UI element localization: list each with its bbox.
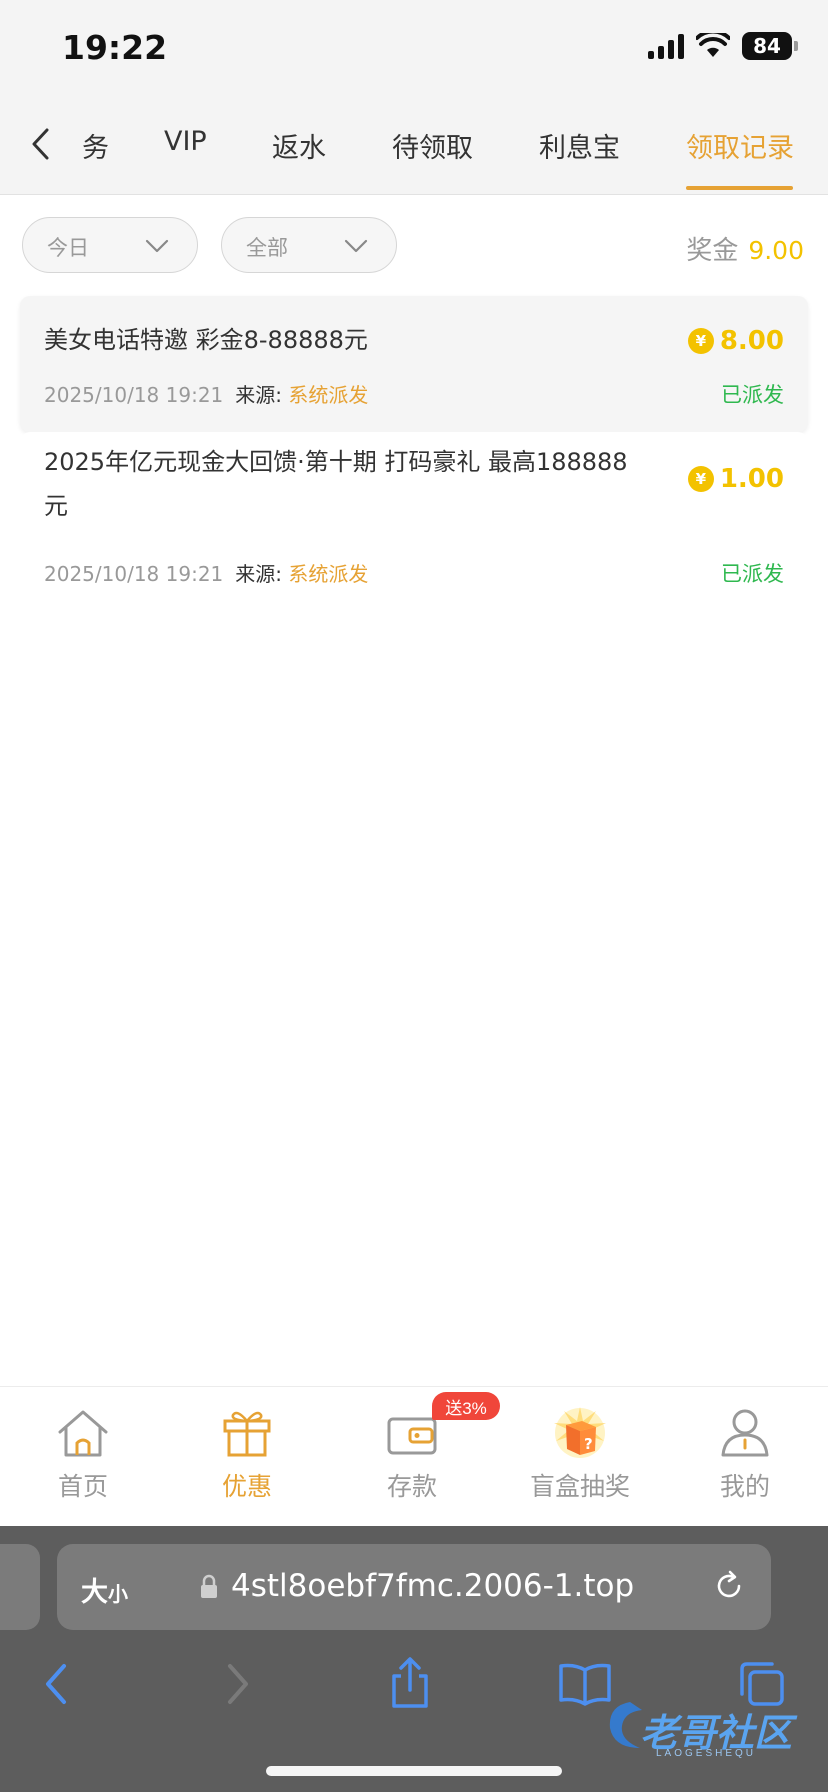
- gift-icon: [223, 1411, 271, 1457]
- cellular-signal-icon: [648, 33, 684, 59]
- reload-icon[interactable]: [711, 1568, 747, 1604]
- tab-claim-records[interactable]: 领取记录: [686, 126, 794, 165]
- record-amount: ¥ 1.00: [687, 464, 784, 494]
- record-meta: 2025/10/18 19:21 来源: 系统派发: [44, 558, 368, 587]
- nav-deposit-label: 存款: [386, 1473, 437, 1501]
- date-filter-dropdown[interactable]: 今日: [22, 217, 198, 273]
- tab-pending[interactable]: 待领取: [392, 126, 473, 165]
- nav-home[interactable]: 首页: [13, 1407, 153, 1503]
- home-indicator: [266, 1766, 562, 1776]
- nav-mystery-box-label: 盲盒抽奖: [529, 1473, 630, 1501]
- coin-icon: ¥: [687, 466, 714, 492]
- bonus-value: 9.00: [748, 236, 804, 265]
- bonus-label: 奖金: [686, 235, 739, 265]
- record-meta: 2025/10/18 19:21 来源: 系统派发: [44, 379, 368, 408]
- tab-interest[interactable]: 利息宝: [539, 126, 620, 165]
- nav-promotions[interactable]: 优惠: [177, 1407, 317, 1503]
- address-bar[interactable]: 大小 4stl8oebf7fmc.2006-1.top: [57, 1544, 771, 1630]
- svg-text:?: ?: [584, 1435, 593, 1453]
- record-item: 2025年亿元现金大回馈·第十期 打码豪礼 最高188888 元 ¥ 1.00 …: [20, 432, 808, 592]
- status-bar: 19:22 84: [0, 0, 828, 100]
- bottom-nav: 首页 优惠 存款 ? 盲盒抽奖 我的: [0, 1386, 828, 1526]
- active-tab-indicator: [686, 186, 793, 190]
- watermark-logo: 老哥社区 LAOGESHEQU: [600, 1696, 815, 1766]
- text-size-small: 小: [108, 1584, 128, 1606]
- nav-profile-label: 我的: [719, 1473, 770, 1501]
- date-filter-value: 今日: [47, 237, 89, 260]
- lock-icon: [201, 1574, 217, 1598]
- record-title-line2: 元: [44, 492, 68, 520]
- tab-partial[interactable]: 务: [82, 126, 109, 165]
- record-source-label: 来源:: [235, 383, 283, 407]
- browser-chrome: 大小 4stl8oebf7fmc.2006-1.top 老哥社区 LAOGESH…: [0, 1526, 828, 1792]
- mystery-box-icon: ?: [554, 1407, 606, 1458]
- chevron-down-icon: [344, 239, 368, 253]
- chevron-down-icon: [145, 239, 169, 253]
- record-time: 2025/10/18 19:21: [44, 562, 224, 586]
- deposit-bonus-badge: 送3%: [432, 1392, 500, 1420]
- record-status: 已派发: [721, 384, 784, 407]
- status-time: 19:22: [62, 28, 168, 67]
- battery-icon: 84: [742, 32, 798, 60]
- bonus-total: 奖金 9.00: [686, 230, 804, 267]
- tab-bar: 务 VIP 返水 待领取 利息宝 领取记录: [0, 100, 828, 195]
- previous-tab-preview[interactable]: [0, 1544, 40, 1630]
- nav-mystery-box[interactable]: ? 盲盒抽奖: [510, 1407, 650, 1503]
- record-time: 2025/10/18 19:21: [44, 383, 224, 407]
- type-filter-value: 全部: [246, 237, 288, 260]
- record-status: 已派发: [721, 563, 784, 586]
- tab-rebate[interactable]: 返水: [272, 126, 326, 165]
- record-amount-value: 8.00: [719, 326, 784, 356]
- record-source: 系统派发: [288, 383, 369, 407]
- nav-promotions-label: 优惠: [221, 1473, 272, 1501]
- nav-home-label: 首页: [57, 1473, 108, 1501]
- nav-profile[interactable]: 我的: [675, 1407, 815, 1503]
- record-amount: ¥ 8.00: [687, 326, 784, 356]
- share-icon[interactable]: [382, 1656, 438, 1712]
- text-size-large: 大: [81, 1577, 108, 1607]
- record-title-line1: 2025年亿元现金大回馈·第十期 打码豪礼 最高188888: [44, 448, 628, 476]
- status-icons: 84: [648, 32, 798, 60]
- watermark-subtext: LAOGESHEQU: [656, 1748, 757, 1759]
- record-title: 2025年亿元现金大回馈·第十期 打码豪礼 最高188888 元: [44, 440, 628, 528]
- browser-back-icon[interactable]: [30, 1656, 86, 1712]
- type-filter-dropdown[interactable]: 全部: [221, 217, 397, 273]
- home-icon: [58, 1410, 108, 1457]
- back-chevron-icon[interactable]: [22, 124, 62, 164]
- record-amount-value: 1.00: [719, 464, 784, 494]
- record-source: 系统派发: [288, 562, 369, 586]
- url-text: 4stl8oebf7fmc.2006-1.top: [231, 1568, 635, 1604]
- record-title: 美女电话特邀 彩金8-88888元: [44, 326, 368, 354]
- nav-deposit[interactable]: 存款: [342, 1407, 482, 1503]
- browser-forward-icon[interactable]: [208, 1656, 264, 1712]
- coin-icon: ¥: [687, 328, 714, 354]
- record-source-label: 来源:: [235, 562, 283, 586]
- record-item: 美女电话特邀 彩金8-88888元 ¥ 8.00 2025/10/18 19:2…: [20, 296, 808, 432]
- text-size-button[interactable]: 大小: [81, 1570, 128, 1609]
- user-icon: [721, 1409, 769, 1457]
- tab-vip[interactable]: VIP: [164, 126, 207, 157]
- wifi-icon: [696, 33, 730, 57]
